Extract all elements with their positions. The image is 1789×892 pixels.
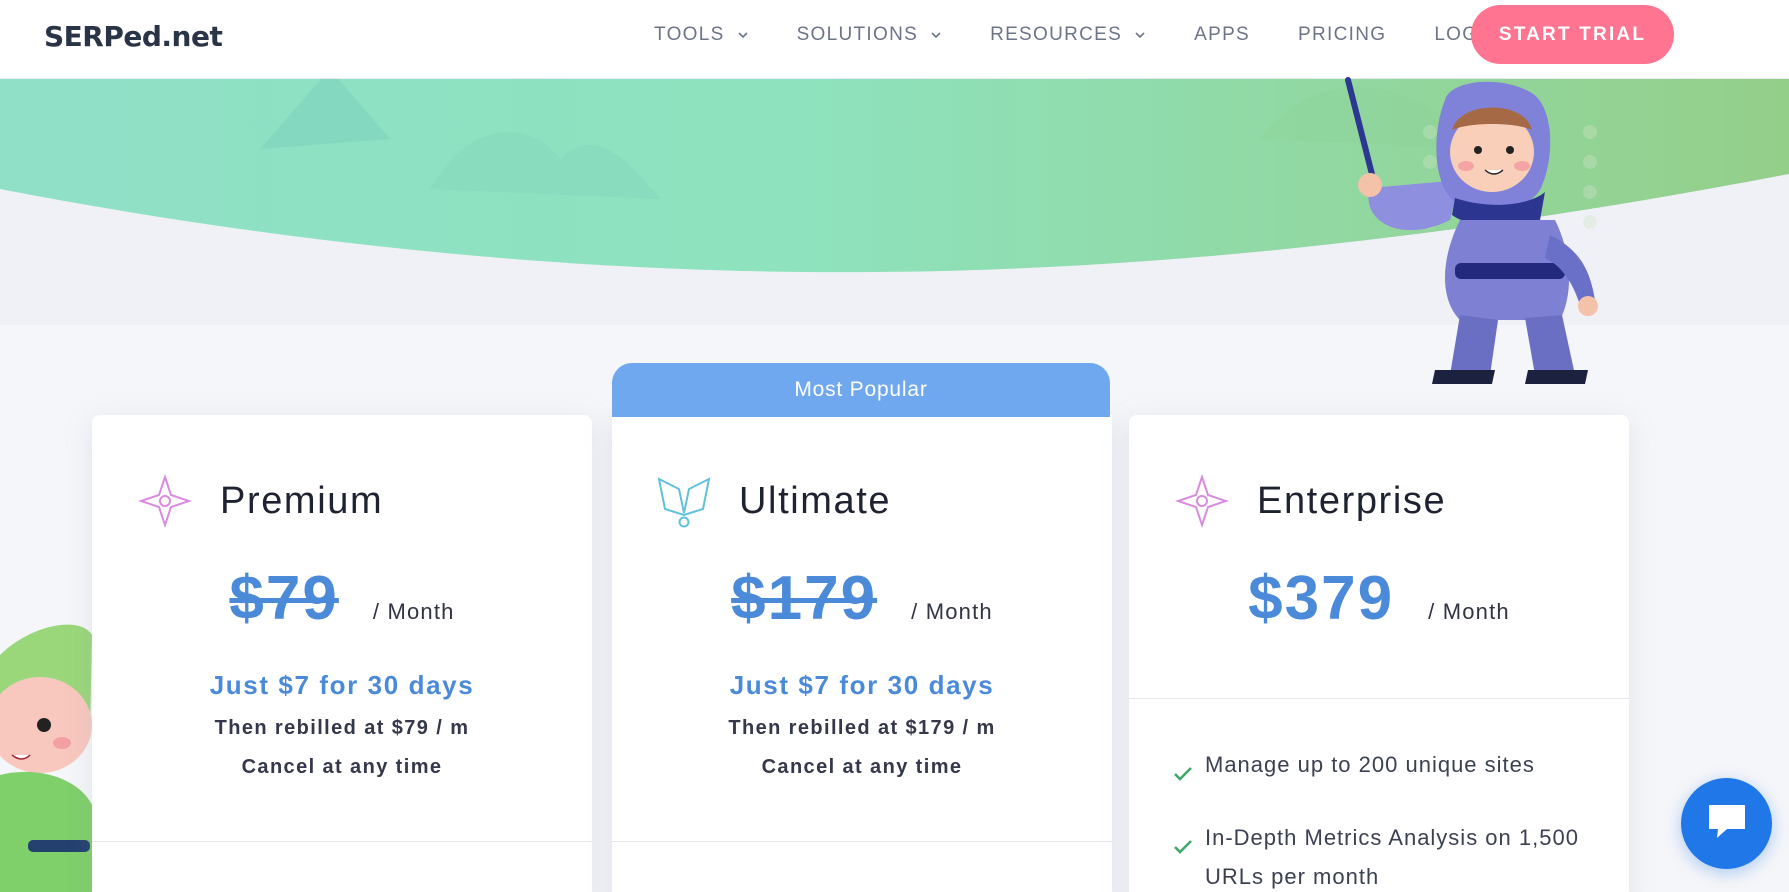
chat-button[interactable]	[1681, 778, 1772, 869]
feature-list: Manage up to 200 unique sites In-Depth M…	[1173, 745, 1593, 892]
card-divider	[92, 841, 592, 842]
start-trial-button[interactable]: START TRIAL	[1471, 5, 1674, 64]
feature-text: In-Depth Metrics Analysis on 1,500 URLs …	[1205, 825, 1579, 889]
chevron-down-icon	[930, 29, 942, 41]
nav-label: TOOLS	[654, 24, 725, 45]
plan-card-ultimate: Ultimate $179 / Month Just $7 for 30 day…	[612, 415, 1112, 892]
nav-item-apps[interactable]: APPS	[1194, 24, 1250, 46]
price-row: $79 / Month	[92, 563, 592, 634]
nav-item-resources[interactable]: RESOURCES	[990, 24, 1146, 46]
logo-text: SERPed.net	[44, 19, 223, 53]
chevron-down-icon	[737, 29, 749, 41]
price-row: $379 / Month	[1129, 563, 1629, 634]
plan-name: Premium	[220, 479, 384, 522]
nav-label: SOLUTIONS	[796, 24, 919, 45]
price-period: / Month	[911, 599, 993, 624]
plan-name: Enterprise	[1257, 479, 1447, 522]
plan-header: Premium	[138, 473, 383, 529]
price-period: / Month	[1428, 599, 1510, 624]
site-header: SERPed.net TOOLS SOLUTIONS RESOURCES APP…	[0, 0, 1789, 79]
chat-icon	[1705, 801, 1749, 846]
nav-item-pricing[interactable]: PRICING	[1298, 24, 1386, 46]
frog-mascot-illustration	[0, 624, 92, 892]
nav-item-solutions[interactable]: SOLUTIONS	[797, 24, 943, 46]
plan-header: Ultimate	[657, 473, 891, 529]
cancel-note: Cancel at any time	[761, 756, 963, 778]
feature-item: Manage up to 200 unique sites	[1173, 745, 1593, 794]
rebill-note: Then rebilled at $179 / m	[728, 717, 996, 739]
feature-text: Manage up to 200 unique sites	[1205, 752, 1535, 777]
plan-card-enterprise: Enterprise $379 / Month Manage up to 200…	[1129, 415, 1629, 892]
nav-label: RESOURCES	[990, 24, 1123, 45]
rebill-note: Then rebilled at $79 / m	[214, 717, 470, 739]
nav-label: PRICING	[1298, 24, 1387, 45]
trial-offer: Just $7 for 30 days	[209, 670, 475, 700]
ninja-mascot-illustration	[1345, 77, 1598, 384]
plan-price: $379	[1248, 564, 1395, 633]
nav-label: APPS	[1194, 24, 1251, 45]
cancel-note: Cancel at any time	[241, 756, 443, 778]
price-row: $179 / Month	[612, 563, 1112, 634]
mask-icon	[657, 473, 711, 529]
check-icon	[1173, 745, 1193, 794]
trial-offer: Just $7 for 30 days	[729, 670, 995, 700]
price-period: / Month	[372, 599, 455, 624]
card-divider	[612, 841, 1112, 842]
chevron-down-icon	[1134, 29, 1146, 41]
plan-card-premium: Premium $79 / Month Just $7 for 30 days …	[92, 415, 592, 892]
shuriken-icon	[138, 473, 192, 529]
check-icon	[1173, 818, 1193, 867]
plan-header: Enterprise	[1175, 473, 1446, 529]
nav-item-tools[interactable]: TOOLS	[654, 24, 749, 46]
plan-price: $79	[229, 564, 339, 633]
plan-price: $179	[731, 564, 878, 633]
logo[interactable]: SERPed.net	[44, 14, 223, 58]
shuriken-icon	[1175, 473, 1229, 529]
main-nav: TOOLS SOLUTIONS RESOURCES APPS PRICING L…	[654, 0, 1548, 70]
plan-name: Ultimate	[739, 479, 892, 522]
card-divider	[1129, 698, 1629, 699]
feature-item: In-Depth Metrics Analysis on 1,500 URLs …	[1173, 818, 1593, 892]
most-popular-badge: Most Popular	[612, 363, 1110, 417]
